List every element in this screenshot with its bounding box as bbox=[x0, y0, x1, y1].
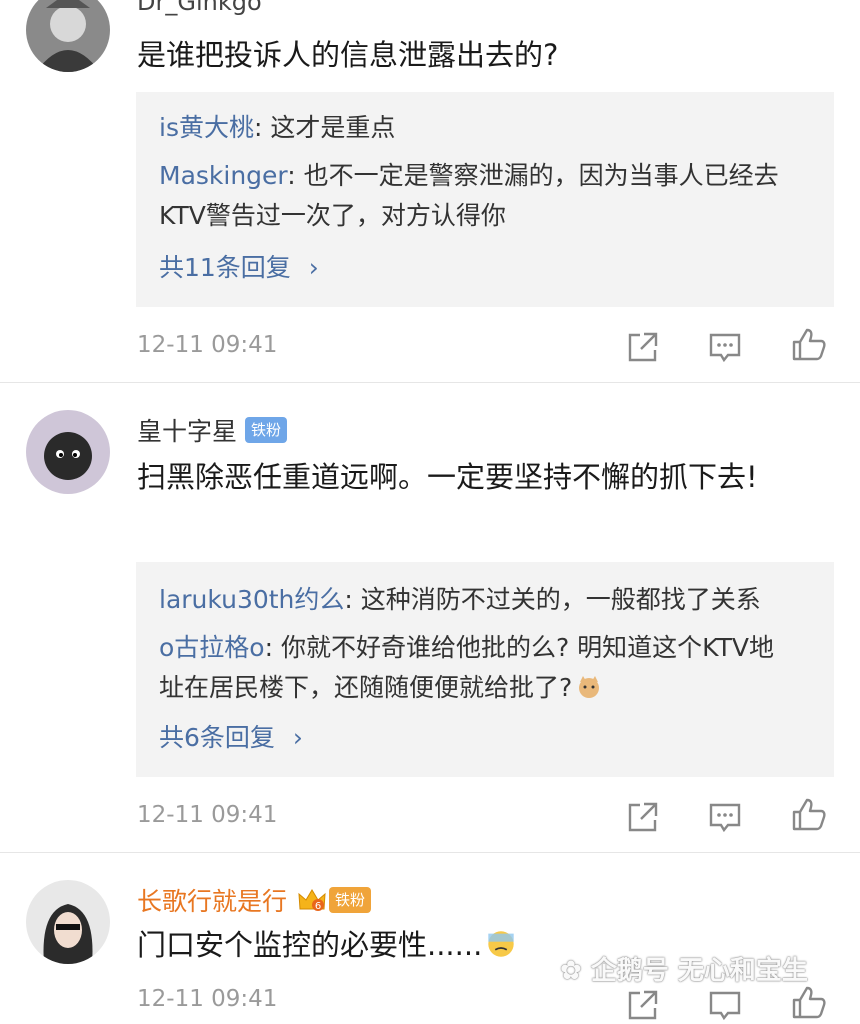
reply-item[interactable]: is黄大桃: 这才是重点 bbox=[159, 108, 819, 148]
username[interactable]: 皇十字星 铁粉 bbox=[137, 412, 288, 448]
fan-badge: 铁粉 bbox=[329, 887, 372, 913]
reply-text: : 这才是重点 bbox=[253, 113, 396, 142]
crown-icon: 6 bbox=[298, 889, 326, 912]
like-icon[interactable] bbox=[790, 326, 828, 364]
watermark: ✿ 企鹅号 无心和宝生 bbox=[560, 950, 808, 987]
username[interactable]: Dr_Ginkgo bbox=[137, 0, 262, 16]
username-label[interactable]: 皇十字星 bbox=[137, 417, 237, 446]
avatar[interactable] bbox=[26, 410, 110, 494]
sweat-emoji-icon bbox=[488, 931, 515, 957]
timestamp: 12-11 09:41 bbox=[137, 986, 278, 1012]
reply-username[interactable]: laruku30th约么 bbox=[159, 585, 344, 614]
username-label[interactable]: 长歌行就是行 bbox=[137, 887, 287, 916]
share-icon[interactable] bbox=[624, 798, 662, 836]
comment-text: 是谁把投诉人的信息泄露出去的? bbox=[137, 38, 559, 72]
watermark-text: 企鹅号 无心和宝生 bbox=[590, 956, 808, 986]
like-icon[interactable] bbox=[790, 796, 828, 834]
username[interactable]: 长歌行就是行 6 铁粉 bbox=[137, 882, 372, 918]
reply-box: is黄大桃: 这才是重点 Maskinger: 也不一定是警察泄漏的，因为当事人… bbox=[136, 92, 834, 307]
like-icon[interactable] bbox=[790, 984, 828, 1022]
reply-username[interactable]: o古拉格o bbox=[159, 633, 265, 662]
comment-text-label: 门口安个监控的必要性...... bbox=[137, 928, 483, 962]
reply-username[interactable]: Maskinger bbox=[159, 161, 287, 190]
crown-level: 6 bbox=[315, 901, 321, 912]
reply-item[interactable]: laruku30th约么: 这种消防不过关的，一般都找了关系 bbox=[159, 580, 819, 620]
more-replies-label: 共11条回复 bbox=[159, 253, 291, 282]
reply-username[interactable]: is黄大桃 bbox=[159, 113, 254, 142]
share-icon[interactable] bbox=[624, 328, 662, 366]
comment-icon[interactable] bbox=[706, 986, 744, 1024]
reply-item[interactable]: o古拉格o: 你就不好奇谁给他批的么? 明知道这个KTV地址在居民楼下，还随随便… bbox=[159, 628, 779, 708]
comment-icon[interactable] bbox=[706, 798, 744, 836]
chevron-right-icon: › bbox=[308, 253, 319, 282]
fan-badge: 铁粉 bbox=[245, 417, 288, 443]
reply-item[interactable]: Maskinger: 也不一定是警察泄漏的，因为当事人已经去KTV警告过一次了，… bbox=[159, 156, 819, 236]
divider bbox=[0, 382, 860, 383]
timestamp: 12-11 09:41 bbox=[137, 332, 278, 358]
reply-box: laruku30th约么: 这种消防不过关的，一般都找了关系 o古拉格o: 你就… bbox=[136, 562, 834, 777]
comment-icon[interactable] bbox=[706, 328, 744, 366]
more-replies-label: 共6条回复 bbox=[159, 723, 275, 752]
more-replies-link[interactable]: 共6条回复 › bbox=[159, 718, 303, 758]
divider bbox=[0, 852, 860, 853]
more-replies-link[interactable]: 共11条回复 › bbox=[159, 248, 319, 288]
reply-text: : 这种消防不过关的，一般都找了关系 bbox=[344, 585, 761, 614]
chevron-right-icon: › bbox=[292, 723, 303, 752]
penguin-icon: ✿ bbox=[560, 956, 582, 986]
avatar[interactable] bbox=[26, 880, 110, 964]
comment-text: 扫黑除恶任重道远啊。一定要坚持不懈的抓下去! bbox=[137, 460, 758, 494]
avatar[interactable] bbox=[26, 0, 110, 72]
cat-emoji-icon bbox=[579, 676, 600, 698]
share-icon[interactable] bbox=[624, 986, 662, 1024]
timestamp: 12-11 09:41 bbox=[137, 802, 278, 828]
